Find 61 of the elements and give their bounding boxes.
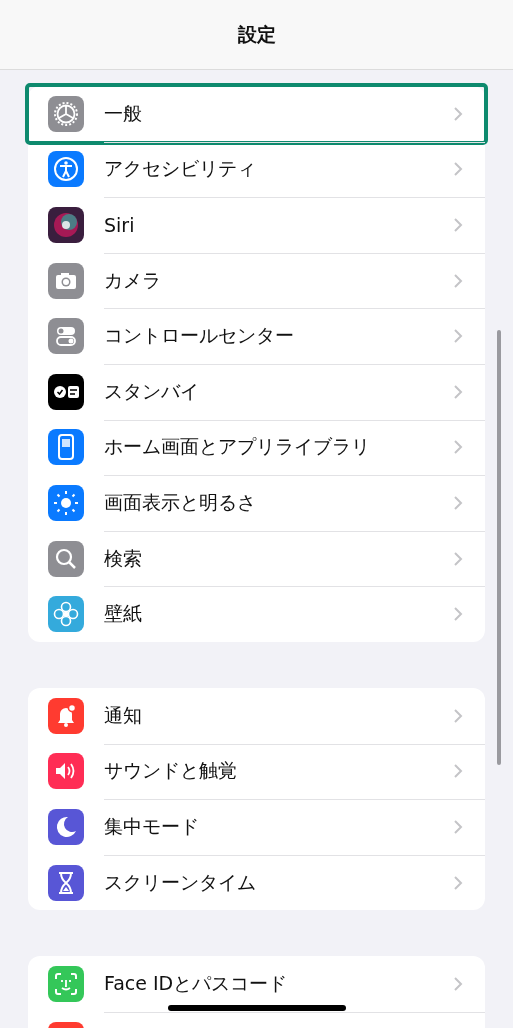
chevron-icon: [453, 272, 463, 289]
settings-row[interactable]: サウンドと触覚: [28, 743, 485, 800]
row-label: 画面表示と明るさ: [104, 489, 257, 515]
chevron-icon: [453, 874, 463, 891]
row-label: サウンドと触覚: [104, 758, 238, 784]
settings-row[interactable]: スクリーンタイム: [28, 854, 485, 911]
row-label: 通知: [104, 702, 143, 728]
chevron-icon: [453, 550, 463, 567]
search-icon: [48, 540, 84, 577]
hourglass-icon: [48, 864, 84, 901]
face-scan-icon: [48, 966, 84, 1003]
settings-row[interactable]: カメラ: [28, 252, 485, 309]
settings-row[interactable]: アクセシビリティ: [28, 141, 485, 198]
camera-icon: [48, 262, 84, 299]
toggles-icon: [48, 318, 84, 355]
row-label: Face IDとパスコード: [104, 971, 289, 997]
row-label: カメラ: [104, 267, 162, 293]
row-label: ホーム画面とアプリライブラリ: [104, 434, 371, 460]
chevron-icon: [453, 494, 463, 511]
row-label: 一般: [104, 100, 143, 126]
flower-icon: [48, 596, 84, 633]
settings-row[interactable]: 一般: [28, 86, 485, 142]
settings-row[interactable]: 画面表示と明るさ: [28, 475, 485, 531]
row-label: Siri: [104, 214, 136, 236]
row-label: 壁紙: [104, 601, 143, 627]
settings-row[interactable]: Face IDとパスコード: [28, 956, 485, 1012]
chevron-icon: [453, 976, 463, 993]
settings-row[interactable]: 通知: [28, 687, 485, 744]
sun-icon: [48, 484, 84, 521]
chevron-icon: [453, 105, 463, 122]
bell-icon: [48, 697, 84, 734]
clock-icon: [48, 373, 84, 410]
row-label: アクセシビリティ: [104, 156, 257, 182]
chevron-icon: [453, 606, 463, 623]
chevron-icon: [453, 818, 463, 835]
moon-icon: [48, 808, 84, 845]
settings-row[interactable]: ホーム画面とアプリライブラリ: [28, 419, 485, 476]
gear-icon: [48, 95, 84, 132]
settings-row[interactable]: コントロールセンター: [28, 308, 485, 364]
speaker-icon: [48, 753, 84, 790]
chevron-icon: [453, 707, 463, 724]
settings-row[interactable]: 検索: [28, 530, 485, 587]
row-label: 集中モード: [104, 813, 200, 839]
chevron-icon: [453, 328, 463, 345]
row-label: スクリーンタイム: [104, 869, 257, 895]
settings-row[interactable]: 集中モード: [28, 799, 485, 855]
settings-row[interactable]: 壁紙: [28, 586, 485, 642]
row-label: スタンバイ: [104, 378, 200, 404]
phone-icon: [48, 429, 84, 466]
chevron-icon: [453, 383, 463, 400]
chevron-icon: [453, 161, 463, 178]
row-label: 検索: [104, 545, 143, 571]
accessibility-icon: [48, 151, 84, 188]
settings-row[interactable]: スタンバイ: [28, 363, 485, 420]
orb-icon: [48, 207, 84, 243]
screen-title: 設定: [237, 21, 276, 47]
chevron-icon: [453, 763, 463, 780]
row-label: コントロールセンター: [104, 323, 295, 349]
settings-row[interactable]: Siri: [28, 197, 485, 253]
chevron-icon: [453, 439, 463, 456]
chevron-icon: [453, 217, 463, 233]
